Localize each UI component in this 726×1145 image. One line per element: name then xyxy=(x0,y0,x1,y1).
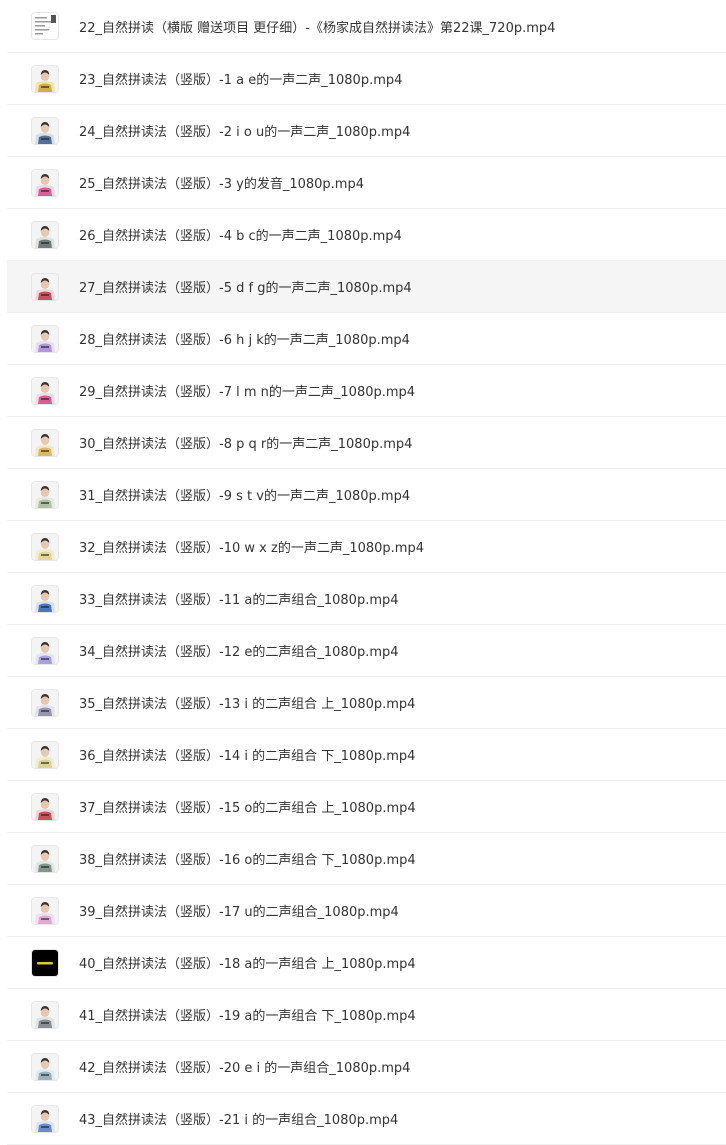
file-row[interactable]: 32_自然拼读法（竖版）-10 w x z的一声二声_1080p.mp4 xyxy=(7,521,726,573)
video-thumbnail-icon xyxy=(31,272,59,301)
file-row[interactable]: 43_自然拼读法（竖版）-21 i 的一声组合_1080p.mp4 xyxy=(7,1093,726,1145)
video-thumbnail-icon xyxy=(31,740,59,769)
file-name[interactable]: 28_自然拼读法（竖版）-6 h j k的一声二声_1080p.mp4 xyxy=(79,329,410,348)
file-name[interactable]: 30_自然拼读法（竖版）-8 p q r的一声二声_1080p.mp4 xyxy=(79,433,412,452)
file-row[interactable]: 40_自然拼读法（竖版）-18 a的一声组合 上_1080p.mp4 xyxy=(7,937,726,989)
file-list: 22_自然拼读（横版 赠送项目 更仔细）-《杨家成自然拼读法》第22课_720p… xyxy=(7,0,726,1145)
video-thumbnail-icon xyxy=(31,844,59,873)
video-thumbnail-icon xyxy=(31,792,59,821)
file-row[interactable]: 24_自然拼读法（竖版）-2 i o u的一声二声_1080p.mp4 xyxy=(7,105,726,157)
file-row[interactable]: 30_自然拼读法（竖版）-8 p q r的一声二声_1080p.mp4 xyxy=(7,417,726,469)
file-name[interactable]: 31_自然拼读法（竖版）-9 s t v的一声二声_1080p.mp4 xyxy=(79,485,410,504)
file-name[interactable]: 29_自然拼读法（竖版）-7 l m n的一声二声_1080p.mp4 xyxy=(79,381,415,400)
file-name[interactable]: 33_自然拼读法（竖版）-11 a的二声组合_1080p.mp4 xyxy=(79,589,399,608)
file-name[interactable]: 27_自然拼读法（竖版）-5 d f g的一声二声_1080p.mp4 xyxy=(79,277,412,296)
video-thumbnail-icon xyxy=(31,480,59,509)
file-name[interactable]: 41_自然拼读法（竖版）-19 a的一声组合 下_1080p.mp4 xyxy=(79,1005,416,1024)
file-name[interactable]: 32_自然拼读法（竖版）-10 w x z的一声二声_1080p.mp4 xyxy=(79,537,424,556)
file-row[interactable]: 22_自然拼读（横版 赠送项目 更仔细）-《杨家成自然拼读法》第22课_720p… xyxy=(7,0,726,53)
file-row[interactable]: 33_自然拼读法（竖版）-11 a的二声组合_1080p.mp4 xyxy=(7,573,726,625)
file-row[interactable]: 31_自然拼读法（竖版）-9 s t v的一声二声_1080p.mp4 xyxy=(7,469,726,521)
video-thumbnail-icon xyxy=(31,376,59,405)
file-row[interactable]: 29_自然拼读法（竖版）-7 l m n的一声二声_1080p.mp4 xyxy=(7,365,726,417)
file-name[interactable]: 25_自然拼读法（竖版）-3 y的发音_1080p.mp4 xyxy=(79,173,364,192)
file-row[interactable]: 27_自然拼读法（竖版）-5 d f g的一声二声_1080p.mp4 xyxy=(7,261,726,313)
video-thumbnail-icon xyxy=(31,948,59,977)
video-thumbnail-icon xyxy=(31,1052,59,1081)
file-row[interactable]: 34_自然拼读法（竖版）-12 e的二声组合_1080p.mp4 xyxy=(7,625,726,677)
file-name[interactable]: 26_自然拼读法（竖版）-4 b c的一声二声_1080p.mp4 xyxy=(79,225,402,244)
file-name[interactable]: 38_自然拼读法（竖版）-16 o的二声组合 下_1080p.mp4 xyxy=(79,849,416,868)
file-row[interactable]: 41_自然拼读法（竖版）-19 a的一声组合 下_1080p.mp4 xyxy=(7,989,726,1041)
file-row[interactable]: 42_自然拼读法（竖版）-20 e i 的一声组合_1080p.mp4 xyxy=(7,1041,726,1093)
video-thumbnail-icon xyxy=(31,168,59,197)
video-thumbnail-icon xyxy=(31,1000,59,1029)
file-row[interactable]: 38_自然拼读法（竖版）-16 o的二声组合 下_1080p.mp4 xyxy=(7,833,726,885)
video-thumbnail-icon xyxy=(31,896,59,925)
file-row[interactable]: 35_自然拼读法（竖版）-13 i 的二声组合 上_1080p.mp4 xyxy=(7,677,726,729)
video-thumbnail-icon xyxy=(31,584,59,613)
file-row[interactable]: 37_自然拼读法（竖版）-15 o的二声组合 上_1080p.mp4 xyxy=(7,781,726,833)
video-thumbnail-icon xyxy=(31,636,59,665)
file-name[interactable]: 22_自然拼读（横版 赠送项目 更仔细）-《杨家成自然拼读法》第22课_720p… xyxy=(79,17,555,36)
file-name[interactable]: 42_自然拼读法（竖版）-20 e i 的一声组合_1080p.mp4 xyxy=(79,1057,410,1076)
video-thumbnail-icon xyxy=(31,532,59,561)
video-thumbnail-icon xyxy=(31,1104,59,1133)
document-thumbnail-icon xyxy=(31,12,59,40)
video-thumbnail-icon xyxy=(31,220,59,249)
file-row[interactable]: 26_自然拼读法（竖版）-4 b c的一声二声_1080p.mp4 xyxy=(7,209,726,261)
file-name[interactable]: 36_自然拼读法（竖版）-14 i 的二声组合 下_1080p.mp4 xyxy=(79,745,415,764)
file-row[interactable]: 28_自然拼读法（竖版）-6 h j k的一声二声_1080p.mp4 xyxy=(7,313,726,365)
file-name[interactable]: 23_自然拼读法（竖版）-1 a e的一声二声_1080p.mp4 xyxy=(79,69,402,88)
file-row[interactable]: 23_自然拼读法（竖版）-1 a e的一声二声_1080p.mp4 xyxy=(7,53,726,105)
file-name[interactable]: 37_自然拼读法（竖版）-15 o的二声组合 上_1080p.mp4 xyxy=(79,797,416,816)
video-thumbnail-icon xyxy=(31,64,59,93)
file-row[interactable]: 36_自然拼读法（竖版）-14 i 的二声组合 下_1080p.mp4 xyxy=(7,729,726,781)
file-name[interactable]: 35_自然拼读法（竖版）-13 i 的二声组合 上_1080p.mp4 xyxy=(79,693,415,712)
file-name[interactable]: 34_自然拼读法（竖版）-12 e的二声组合_1080p.mp4 xyxy=(79,641,399,660)
video-thumbnail-icon xyxy=(31,428,59,457)
file-name[interactable]: 40_自然拼读法（竖版）-18 a的一声组合 上_1080p.mp4 xyxy=(79,953,416,972)
file-name[interactable]: 24_自然拼读法（竖版）-2 i o u的一声二声_1080p.mp4 xyxy=(79,121,410,140)
file-row[interactable]: 25_自然拼读法（竖版）-3 y的发音_1080p.mp4 xyxy=(7,157,726,209)
file-name[interactable]: 43_自然拼读法（竖版）-21 i 的一声组合_1080p.mp4 xyxy=(79,1109,398,1128)
video-thumbnail-icon xyxy=(31,324,59,353)
video-thumbnail-icon xyxy=(31,116,59,145)
video-thumbnail-icon xyxy=(31,688,59,717)
file-row[interactable]: 39_自然拼读法（竖版）-17 u的二声组合_1080p.mp4 xyxy=(7,885,726,937)
file-name[interactable]: 39_自然拼读法（竖版）-17 u的二声组合_1080p.mp4 xyxy=(79,901,399,920)
